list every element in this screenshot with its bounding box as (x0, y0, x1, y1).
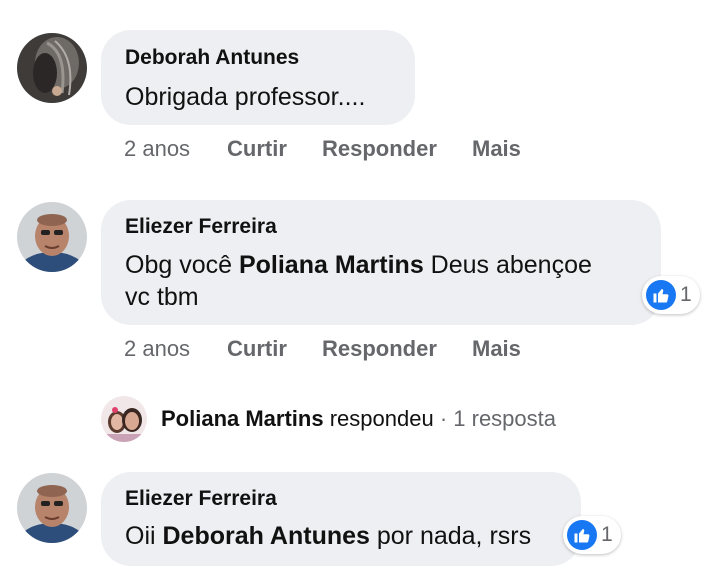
thumbs-up-icon (646, 280, 676, 310)
comment-author[interactable]: Eliezer Ferreira (125, 487, 277, 511)
reaction-count: 1 (680, 283, 692, 306)
reaction-count: 1 (601, 523, 613, 546)
comment-author[interactable]: Deborah Antunes (125, 46, 299, 70)
like-button[interactable]: Curtir (227, 336, 287, 362)
comment-time[interactable]: 2 anos (124, 336, 190, 362)
reply-author[interactable]: Poliana Martins (161, 406, 324, 431)
thumbs-up-icon (567, 520, 597, 550)
avatar-deborah[interactable] (17, 33, 87, 103)
avatar-poliana[interactable] (101, 396, 147, 442)
mention-link[interactable]: Deborah Antunes (163, 522, 370, 550)
view-replies-link[interactable]: Poliana Martins respondeu · 1 resposta (161, 406, 556, 432)
comment-text: Obg você Poliana Martins Deus abençoe vc… (125, 251, 592, 311)
reply-button[interactable]: Responder (322, 336, 437, 362)
comment-text: Obrigada professor.... (125, 83, 366, 111)
reply-button[interactable]: Responder (322, 136, 437, 162)
reaction-badge[interactable]: 1 (642, 276, 700, 314)
avatar-eliezer[interactable] (17, 202, 87, 272)
comment-author[interactable]: Eliezer Ferreira (125, 215, 277, 239)
reaction-badge[interactable]: 1 (563, 516, 621, 554)
more-button[interactable]: Mais (472, 136, 521, 162)
reply-verb: respondeu (329, 406, 434, 431)
comment-time[interactable]: 2 anos (124, 136, 190, 162)
comment-text: Oii Deborah Antunes por nada, rsrs (125, 522, 532, 550)
like-button[interactable]: Curtir (227, 136, 287, 162)
mention-link[interactable]: Poliana Martins (239, 251, 424, 279)
more-button[interactable]: Mais (472, 336, 521, 362)
reply-count: · 1 resposta (439, 406, 556, 431)
avatar-eliezer[interactable] (17, 473, 87, 543)
